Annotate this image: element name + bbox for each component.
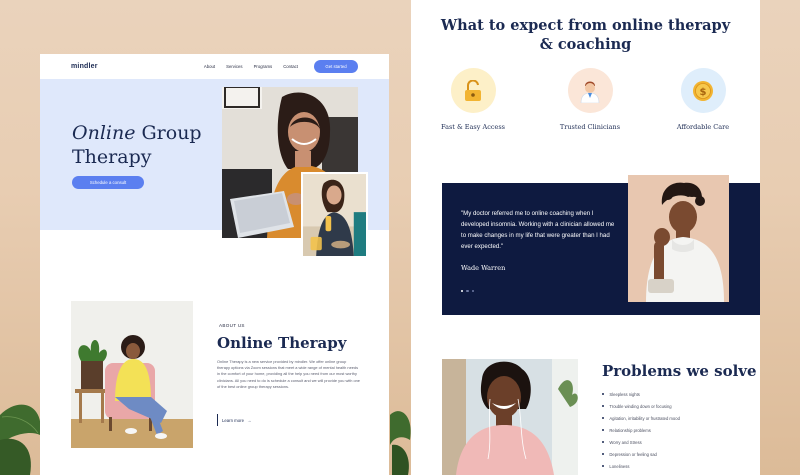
problems-photo-woman-laughing bbox=[442, 359, 578, 475]
feature-circle-affordable: $ bbox=[680, 68, 726, 113]
hero-title-italic: Online bbox=[72, 122, 136, 144]
feature-label-affordable: Affordable Care bbox=[676, 123, 730, 131]
landing-page-right: What to expect from online therapy & coa… bbox=[411, 0, 760, 475]
about-photo-woman-chair bbox=[71, 301, 193, 448]
logo[interactable]: mindler bbox=[71, 63, 98, 70]
about-title: Online Therapy bbox=[217, 334, 347, 352]
hero-photo-woman-drink bbox=[301, 172, 368, 258]
hero-title: Online Group Therapy bbox=[72, 121, 202, 169]
feature-trusted-clinicians: Trusted Clinicians bbox=[535, 68, 645, 131]
landing-page-left: mindler About Services Programs Contact … bbox=[40, 54, 389, 475]
feature-fast-access: Fast & Easy Access bbox=[418, 68, 528, 131]
problem-item: Sleepless nights bbox=[602, 388, 680, 400]
get-started-button[interactable]: Get started bbox=[314, 60, 358, 73]
about-body: Online Therapy is a new service provided… bbox=[217, 359, 360, 389]
doctor-icon bbox=[580, 81, 600, 103]
feature-circle-clinicians bbox=[567, 68, 613, 113]
arrow-right-icon: → bbox=[246, 417, 252, 423]
testimonial-author: Wade Warren bbox=[461, 264, 506, 272]
carousel-dot-3[interactable] bbox=[471, 290, 475, 293]
testimonial-quote: "My doctor referred me to online coachin… bbox=[461, 210, 615, 250]
carousel-dot-2[interactable] bbox=[466, 290, 469, 293]
carousel-dot-1[interactable] bbox=[461, 290, 464, 293]
problems-list: Sleepless nights Trouble winding down or… bbox=[602, 388, 680, 472]
problem-item: Worry and Stress bbox=[602, 436, 680, 448]
feature-affordable-care: $ Affordable Care bbox=[648, 68, 758, 131]
testimonial-photo-man bbox=[628, 175, 729, 302]
nav-link-contact[interactable]: Contact bbox=[283, 64, 298, 69]
problems-title: Problems we solve bbox=[602, 362, 757, 380]
problem-item: Agitation, irritability or frustrated mo… bbox=[602, 412, 680, 424]
nav-link-about[interactable]: About bbox=[204, 64, 215, 69]
expect-title-line2: & coaching bbox=[539, 36, 632, 53]
learn-more-link[interactable]: Learn more → bbox=[217, 414, 253, 426]
problem-item: Relationship problems bbox=[602, 424, 680, 436]
nav-link-programs[interactable]: Programs bbox=[254, 64, 273, 69]
unlock-icon bbox=[465, 79, 481, 101]
carousel-dots bbox=[461, 290, 475, 293]
svg-text:$: $ bbox=[700, 87, 707, 98]
problem-item: Loneliness bbox=[602, 460, 680, 472]
schedule-consult-button[interactable]: Schedule a consult bbox=[72, 176, 144, 189]
problem-item: Trouble winding down or focusing bbox=[602, 400, 680, 412]
learn-more-label: Learn more bbox=[222, 417, 244, 423]
nav-link-services[interactable]: Services bbox=[226, 64, 242, 69]
expect-title: What to expect from online therapy & coa… bbox=[411, 16, 760, 54]
coin-icon: $ bbox=[693, 80, 713, 101]
expect-title-line1: What to expect from online therapy bbox=[440, 17, 731, 34]
nav-links: About Services Programs Contact Get star… bbox=[204, 60, 358, 73]
top-nav: mindler About Services Programs Contact … bbox=[40, 54, 389, 79]
feature-circle-fast bbox=[450, 68, 496, 113]
hero-title-line2: Therapy bbox=[72, 146, 152, 168]
hero-title-rest: Group bbox=[135, 122, 202, 144]
feature-label-fast: Fast & Easy Access bbox=[441, 123, 505, 131]
feature-label-clinicians: Trusted Clinicians bbox=[559, 123, 621, 131]
about-eyebrow: ABOUT US bbox=[219, 323, 245, 328]
problem-item: Depression or feeling sad bbox=[602, 448, 680, 460]
